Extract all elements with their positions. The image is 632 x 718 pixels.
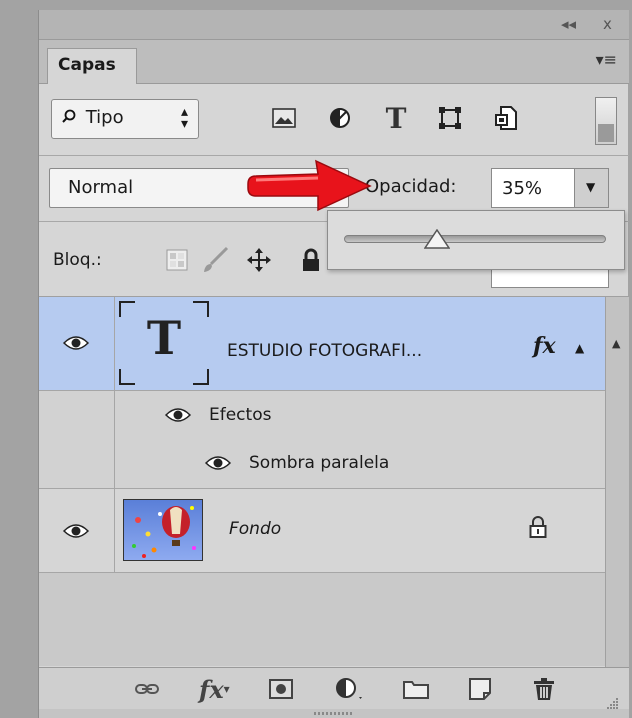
fx-icon[interactable]: fx — [533, 333, 556, 359]
effects-label: Efectos — [209, 405, 272, 425]
smart-object-filter-icon[interactable] — [491, 103, 521, 133]
filter-toggle-switch[interactable] — [595, 97, 617, 145]
layer-name-background[interactable]: Fondo — [229, 519, 281, 539]
layer-name-text[interactable]: ESTUDIO FOTOGRAFI... — [227, 341, 422, 361]
layer-row-text[interactable]: T ESTUDIO FOTOGRAFI... fx ▲ — [39, 297, 605, 391]
eye-icon[interactable] — [63, 335, 89, 351]
collapse-effects-icon[interactable]: ▲ — [575, 341, 584, 355]
link-icon[interactable] — [135, 676, 159, 702]
mask-icon[interactable] — [269, 676, 293, 702]
tab-row: Capas ▾≡ — [39, 40, 629, 84]
opacity-input[interactable]: 35% — [491, 168, 575, 208]
layers-bottom-toolbar: fx ▾ — [39, 667, 629, 709]
kind-filter-select[interactable]: Tipo ▴ ▾ — [51, 99, 199, 139]
tab-capas[interactable]: Capas — [47, 48, 137, 84]
text-layer-glyph: T — [146, 311, 182, 365]
search-icon — [62, 107, 80, 128]
lock-icon[interactable] — [297, 246, 325, 274]
workspace-background: ◂◂ x Capas ▾≡ Tipo ▴ ▾ T Normal Opacidad… — [0, 0, 632, 718]
opacity-label: Opacidad: — [365, 176, 457, 197]
opacity-slider-popup — [327, 210, 625, 270]
move-icon[interactable] — [245, 246, 273, 274]
background-layer-thumbnail — [123, 499, 203, 561]
collapse-icon[interactable]: ◂◂ — [561, 15, 576, 33]
shape-filter-icon[interactable] — [435, 103, 465, 133]
layers-scrollbar[interactable]: ▲ — [605, 297, 629, 667]
close-icon[interactable]: x — [603, 15, 612, 33]
brush-icon[interactable] — [201, 246, 229, 274]
new-layer-icon[interactable] — [469, 676, 491, 702]
effect-item-label[interactable]: Sombra paralela — [249, 453, 389, 473]
eye-icon[interactable] — [205, 455, 231, 471]
visibility-column — [39, 489, 115, 572]
image-filter-icon[interactable] — [269, 103, 299, 133]
opacity-slider-thumb[interactable] — [424, 229, 450, 249]
annotation-arrow-icon — [247, 159, 372, 212]
stepper-arrows-icon: ▴ ▾ — [180, 104, 188, 132]
scroll-up-icon[interactable]: ▲ — [612, 337, 620, 350]
panel-titlebar: ◂◂ x — [39, 10, 629, 40]
chevron-down-icon: ▼ — [586, 180, 596, 194]
filter-row: Tipo ▴ ▾ T — [39, 85, 629, 155]
lock-icon — [529, 515, 547, 544]
adjustment-filter-icon[interactable] — [325, 103, 355, 133]
effects-group: Efectos Sombra paralela — [39, 391, 605, 489]
adjustment-layer-icon[interactable] — [335, 676, 365, 702]
layers-panel: ◂◂ x Capas ▾≡ Tipo ▴ ▾ T Normal Opacidad… — [38, 10, 629, 718]
kind-filter-label: Tipo — [85, 107, 124, 128]
opacity-slider-track[interactable] — [344, 235, 606, 243]
visibility-column — [39, 297, 115, 390]
layers-list: T ESTUDIO FOTOGRAFI... fx ▲ Efectos Somb… — [39, 296, 629, 667]
folder-icon[interactable] — [403, 676, 429, 702]
opacity-dropdown-button[interactable]: ▼ — [575, 168, 609, 208]
transparency-lock-icon[interactable] — [163, 246, 191, 274]
panel-bottom-grip[interactable] — [39, 709, 629, 718]
type-filter-icon[interactable]: T — [381, 102, 411, 135]
eye-icon[interactable] — [165, 407, 191, 423]
panel-menu-icon[interactable]: ▾≡ — [596, 50, 617, 69]
fx-icon[interactable]: fx ▾ — [199, 675, 230, 704]
eye-icon[interactable] — [63, 523, 89, 539]
text-layer-thumbnail: T — [119, 301, 209, 385]
lock-label: Bloq.: — [53, 250, 102, 270]
trash-icon[interactable] — [533, 676, 555, 702]
visibility-column — [39, 391, 115, 488]
layer-row-background[interactable]: Fondo — [39, 489, 605, 573]
